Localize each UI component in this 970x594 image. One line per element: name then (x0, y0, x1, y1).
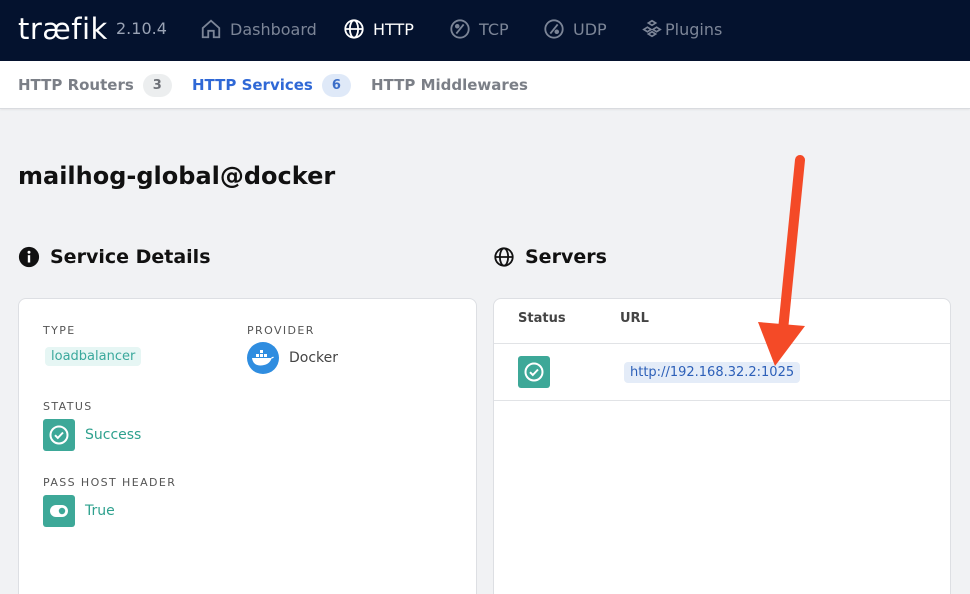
status-label: STATUS (43, 400, 93, 413)
routers-count-badge: 3 (142, 73, 172, 97)
provider-label: PROVIDER (247, 324, 315, 337)
tab-http-routers-label: HTTP Routers (18, 76, 134, 94)
column-header-status: Status (518, 311, 566, 326)
pass-host-header-label: PASS HOST HEADER (43, 476, 177, 489)
plugins-icon (642, 19, 662, 38)
tab-http-routers[interactable]: HTTP Routers 3 (18, 73, 172, 97)
nav-http-label: HTTP (373, 19, 414, 39)
udp-icon (544, 19, 564, 39)
nav-plugins-label: Plugins (665, 19, 723, 39)
column-header-url: URL (620, 311, 649, 326)
sub-navbar: HTTP Routers 3 HTTP Services 6 HTTP Midd… (0, 61, 970, 109)
pass-host-header-text: True (85, 503, 115, 519)
status-text: Success (85, 427, 142, 443)
traefik-logo[interactable]: træfik (18, 12, 108, 46)
server-status-success-icon (518, 356, 550, 388)
service-details-heading: Service Details (18, 246, 211, 268)
nav-dashboard[interactable]: Dashboard (200, 16, 317, 42)
page-title: mailhog-global@docker (18, 162, 336, 190)
server-url[interactable]: http://192.168.32.2:1025 (624, 362, 801, 383)
nav-dashboard-label: Dashboard (230, 19, 317, 39)
tab-http-services[interactable]: HTTP Services 6 (192, 73, 351, 97)
pass-host-header-value: True (43, 495, 115, 527)
provider-value: Docker (247, 342, 338, 374)
globe-icon (494, 247, 514, 267)
top-navbar: træfik 2.10.4 Dashboard HTTP TCP UDP Plu… (0, 0, 970, 61)
status-value: Success (43, 419, 141, 451)
service-details-title: Service Details (50, 246, 211, 268)
info-icon (18, 246, 40, 268)
type-label: TYPE (43, 324, 76, 337)
tab-http-middlewares[interactable]: HTTP Middlewares (371, 73, 528, 97)
row-divider (494, 400, 950, 401)
nav-http[interactable]: HTTP (343, 16, 414, 42)
toggle-on-icon (43, 495, 75, 527)
servers-title: Servers (525, 246, 607, 268)
success-check-icon (43, 419, 75, 451)
provider-name: Docker (289, 350, 339, 366)
servers-card: Status URL http://192.168.32.2:1025 (493, 298, 951, 594)
version-label: 2.10.4 (116, 19, 167, 38)
header-divider (494, 343, 950, 344)
servers-heading: Servers (493, 246, 607, 268)
docker-icon (247, 342, 279, 374)
home-icon (201, 19, 221, 39)
type-value-chip: loadbalancer (45, 347, 142, 366)
nav-tcp-label: TCP (479, 19, 509, 39)
nav-plugins[interactable]: Plugins (641, 16, 722, 42)
nav-tcp[interactable]: TCP (449, 16, 509, 42)
services-count-badge: 6 (321, 73, 351, 97)
service-details-card: TYPE loadbalancer PROVIDER Docker STATUS… (18, 298, 477, 594)
tab-http-services-label: HTTP Services (192, 76, 313, 94)
nav-udp-label: UDP (573, 19, 607, 39)
nav-udp[interactable]: UDP (543, 16, 607, 42)
tcp-icon (450, 19, 470, 39)
globe-icon (344, 19, 364, 39)
tab-http-middlewares-label: HTTP Middlewares (371, 76, 528, 94)
